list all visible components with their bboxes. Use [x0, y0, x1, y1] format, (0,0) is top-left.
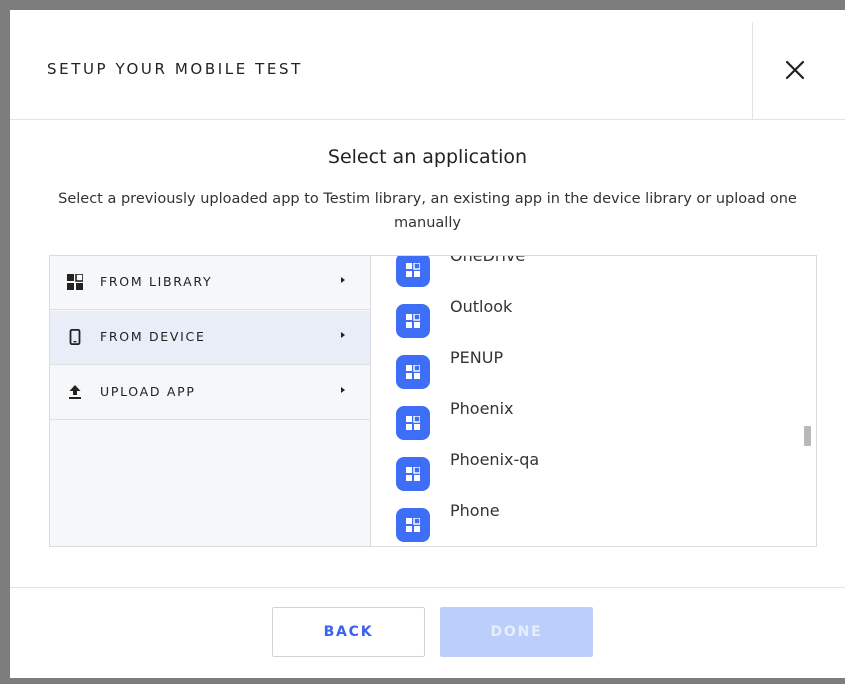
app-icon	[396, 508, 430, 542]
chevron-right-icon	[341, 277, 345, 283]
app-name: Phone	[450, 501, 500, 520]
app-list-item[interactable]: Phone	[372, 500, 792, 546]
section-description: Select a previously uploaded app to Test…	[58, 191, 797, 231]
close-button[interactable]	[770, 48, 820, 92]
sidebar-item-from-device[interactable]: FROM DEVICE	[50, 311, 370, 365]
sidebar-item-label: FROM LIBRARY	[100, 274, 213, 289]
app-name: Phoenix	[450, 399, 514, 418]
app-list[interactable]: OneDrive Outlook PENUP Phoenix	[372, 256, 816, 546]
app-name: Outlook	[450, 297, 513, 316]
chevron-right-icon	[341, 332, 345, 338]
app-selection-panel: FROM LIBRARY FROM DEVICE UPLOAD APP Outl…	[49, 255, 817, 547]
setup-dialog: SETUP YOUR MOBILE TEST Select an applica…	[10, 10, 845, 678]
app-list-item[interactable]: Outlook	[372, 296, 792, 347]
app-list-item[interactable]: Phoenix-qa	[372, 449, 792, 500]
section-heading: Select an application	[327, 146, 528, 168]
sidebar-item-upload-app[interactable]: UPLOAD APP	[50, 366, 370, 420]
dialog-footer: BACK DONE	[10, 587, 845, 678]
app-icon	[396, 304, 430, 338]
app-icon	[396, 406, 430, 440]
app-name: PENUP	[450, 348, 504, 367]
app-icon	[396, 457, 430, 491]
sidebar-item-label: FROM DEVICE	[100, 329, 206, 344]
done-button[interactable]: DONE	[440, 607, 593, 657]
upload-icon	[69, 385, 81, 399]
dialog-header: SETUP YOUR MOBILE TEST	[10, 10, 845, 120]
dialog-title: SETUP YOUR MOBILE TEST	[47, 60, 303, 78]
app-list-item[interactable]: OneDrive	[372, 256, 792, 296]
back-button[interactable]: BACK	[272, 607, 425, 657]
source-sidebar: FROM LIBRARY FROM DEVICE UPLOAD APP	[50, 256, 371, 546]
app-list-item[interactable]: PENUP	[372, 347, 792, 398]
app-icon	[396, 256, 430, 287]
app-icon	[396, 355, 430, 389]
header-divider	[752, 22, 753, 120]
sidebar-item-label: UPLOAD APP	[100, 384, 196, 399]
scrollbar-thumb[interactable]	[804, 426, 811, 446]
close-icon	[785, 60, 805, 80]
chevron-right-icon	[341, 387, 345, 393]
app-name: OneDrive	[450, 256, 525, 265]
phone-icon	[69, 329, 81, 345]
sidebar-item-from-library[interactable]: FROM LIBRARY	[50, 256, 370, 310]
grid-icon	[67, 274, 83, 290]
app-list-item[interactable]: Phoenix	[372, 398, 792, 449]
app-name: Phoenix-qa	[450, 450, 540, 469]
